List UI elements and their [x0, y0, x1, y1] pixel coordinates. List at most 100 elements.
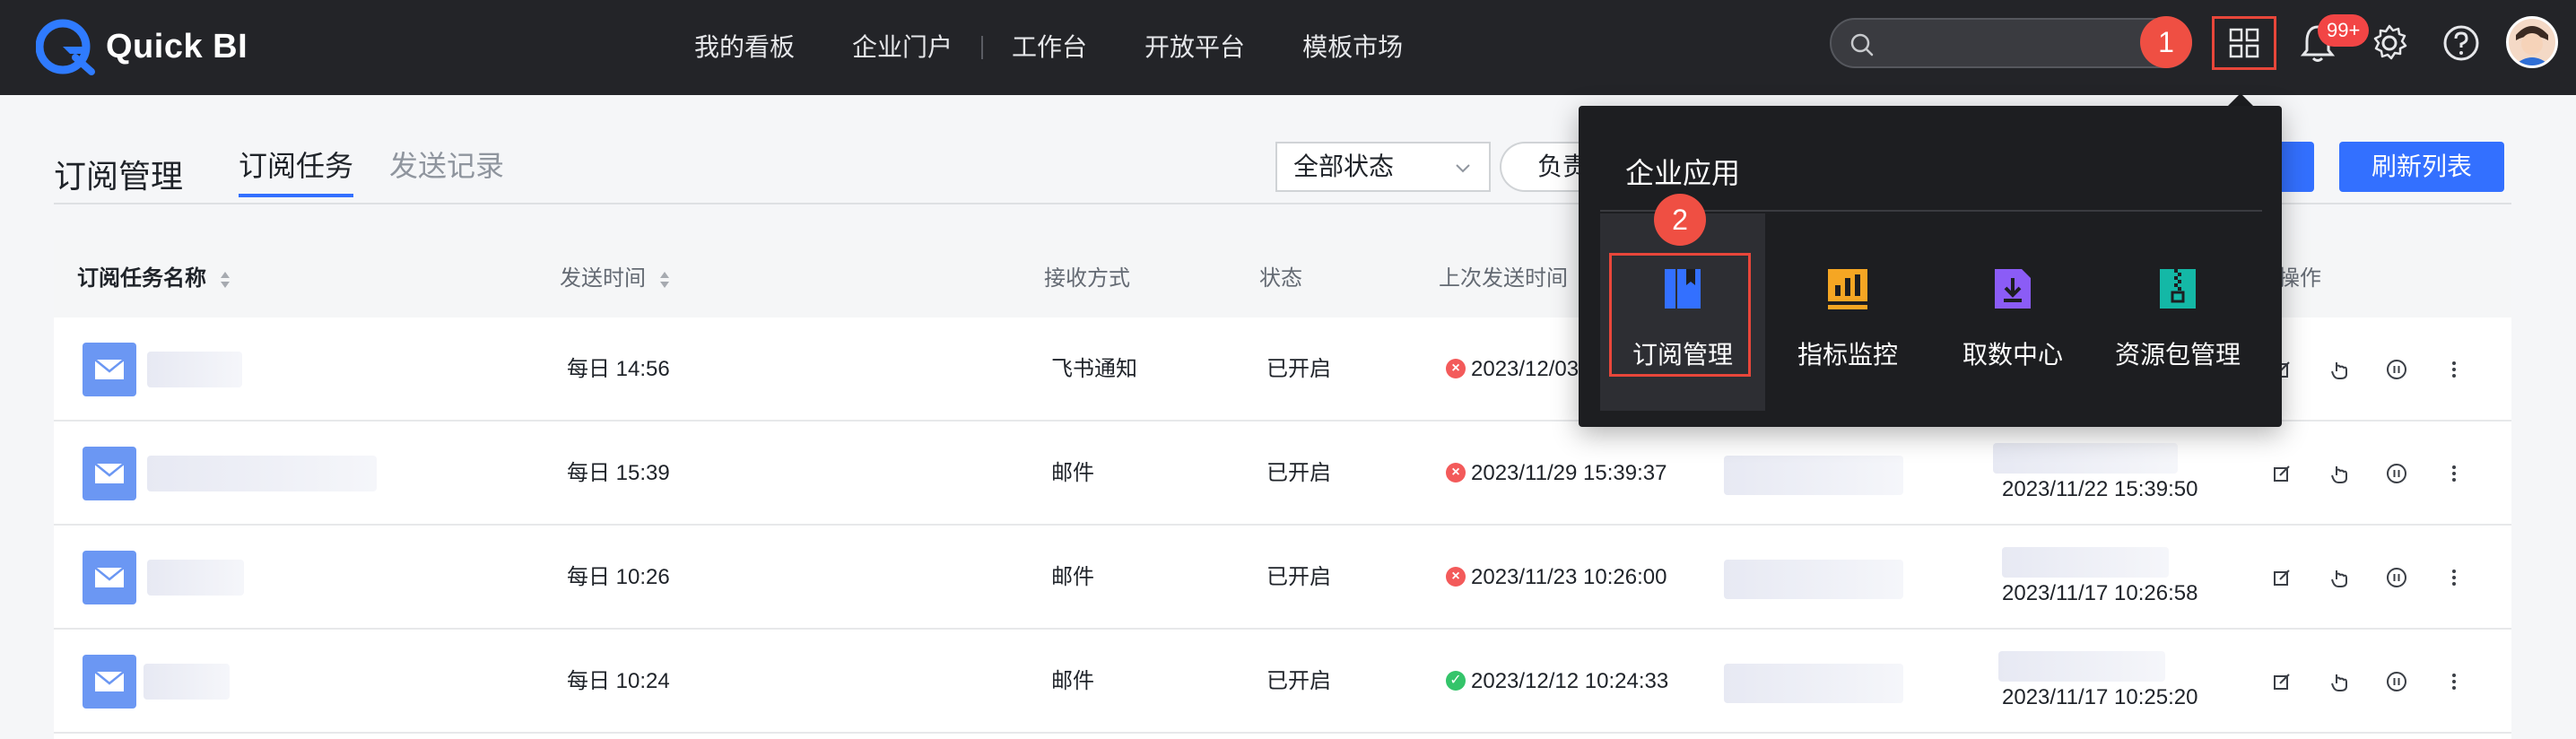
nav-open-platform[interactable]: 开放平台 — [1116, 0, 1274, 95]
app-name: Quick BI — [106, 27, 248, 65]
app-label: 取数中心 — [1962, 341, 2063, 369]
created-time: 2023/11/17 10:25:20 — [2002, 685, 2198, 709]
quick-bi-logo-icon — [36, 19, 95, 75]
column-header-last-send: 上次发送时间 — [1439, 266, 1568, 291]
refresh-list-button[interactable]: 刷新列表 — [2339, 142, 2504, 192]
creator-redacted — [2002, 547, 2169, 578]
column-header-send-time-label: 发送时间 — [560, 266, 646, 291]
column-header-method: 接收方式 — [1044, 266, 1130, 291]
nav-portal[interactable]: 企业门户 — [823, 0, 981, 95]
page-tabs: 订阅管理 订阅任务 发送记录 — [54, 143, 540, 197]
send-time: 每日 15:39 — [567, 461, 670, 485]
status-filter-select[interactable]: 全部状态 — [1275, 142, 1491, 192]
app-label: 资源包管理 — [2114, 341, 2241, 369]
send-hand-icon[interactable] — [2327, 669, 2352, 694]
main-nav: 我的看板 企业门户 工作台 开放平台 模板市场 — [666, 0, 1432, 95]
pause-icon[interactable] — [2384, 669, 2409, 694]
pause-icon[interactable] — [2384, 461, 2409, 486]
status-text: 已开启 — [1266, 461, 1331, 485]
metric-chart-icon — [1828, 269, 1867, 309]
receive-method: 邮件 — [1051, 565, 1094, 589]
column-header-send-time[interactable]: 发送时间 — [560, 240, 670, 317]
user-avatar-icon — [2509, 19, 2555, 65]
task-name-redacted — [147, 456, 377, 491]
mail-icon — [83, 551, 136, 604]
selection-highlight — [1609, 253, 1751, 377]
table-row[interactable]: 每日 10:26 邮件 已开启 × 2023/11/23 10:26:00 202… — [54, 526, 2511, 630]
more-icon[interactable] — [2441, 669, 2467, 694]
sort-icon[interactable] — [659, 270, 670, 290]
status-filter-value: 全部状态 — [1293, 152, 1395, 180]
send-time: 每日 10:26 — [567, 565, 670, 589]
more-icon[interactable] — [2441, 461, 2467, 486]
chevron-down-icon — [1456, 164, 1470, 173]
avatar[interactable] — [2506, 16, 2558, 68]
status-text: 已开启 — [1266, 357, 1331, 381]
owner-redacted — [1724, 664, 1903, 703]
nav-template-market[interactable]: 模板市场 — [1274, 0, 1432, 95]
page-title: 订阅管理 — [54, 158, 184, 195]
app-resource-package[interactable]: 资源包管理 — [2095, 213, 2260, 411]
send-hand-icon[interactable] — [2327, 461, 2352, 486]
creator-redacted — [1998, 651, 2165, 682]
grid-icon — [2229, 28, 2259, 58]
created-time: 2023/11/22 15:39:50 — [2002, 477, 2198, 501]
task-name-redacted — [144, 664, 230, 700]
app-data-center[interactable]: 取数中心 — [1930, 213, 2095, 411]
column-header-actions: 操作 — [2278, 266, 2321, 291]
owner-redacted — [1724, 456, 1903, 495]
search-icon — [1850, 33, 1874, 57]
tab-subscription-tasks[interactable]: 订阅任务 — [239, 143, 354, 197]
send-hand-icon[interactable] — [2327, 357, 2352, 382]
last-send-time-text: 2023/11/23 10:26:00 — [1471, 565, 1667, 589]
send-hand-icon[interactable] — [2327, 565, 2352, 590]
last-send-time-text: 2023/12/12 10:24:33 — [1471, 669, 1669, 693]
step-marker-2: 2 — [1654, 194, 1706, 246]
edit-icon[interactable] — [2269, 669, 2294, 694]
more-icon[interactable] — [2441, 357, 2467, 382]
last-send-time-text: 2023/11/29 15:39:37 — [1471, 461, 1667, 485]
created-time: 2023/11/17 10:26:58 — [2002, 581, 2198, 605]
step-marker-1: 1 — [2140, 16, 2192, 68]
apps-grid-button[interactable] — [2212, 16, 2276, 70]
task-name-redacted — [147, 352, 242, 387]
tab-send-records[interactable]: 发送记录 — [389, 143, 504, 197]
top-bar: Quick BI 我的看板 企业门户 工作台 开放平台 模板市场 1 99+ — [0, 0, 2576, 95]
last-send-time: ✓ 2023/12/12 10:24:33 — [1446, 630, 1668, 734]
receive-method: 邮件 — [1051, 669, 1094, 693]
pause-icon[interactable] — [2384, 565, 2409, 590]
help-icon[interactable] — [2441, 23, 2481, 63]
edit-icon[interactable] — [2269, 565, 2294, 590]
fail-status-icon: × — [1446, 463, 1466, 483]
gear-icon[interactable] — [2370, 23, 2409, 63]
success-status-icon: ✓ — [1446, 671, 1466, 691]
app-metric-monitor[interactable]: 指标监控 — [1765, 213, 1930, 411]
status-text: 已开启 — [1266, 669, 1331, 693]
last-send-time: × 2023/11/23 10:26:00 — [1446, 526, 1667, 630]
mail-icon — [83, 343, 136, 396]
notification-badge: 99+ — [2318, 14, 2370, 47]
nav-workbench[interactable]: 工作台 — [983, 0, 1116, 95]
mail-icon — [83, 447, 136, 500]
column-header-name[interactable]: 订阅任务名称 — [77, 240, 231, 317]
table-row[interactable]: 每日 10:24 邮件 已开启 ✓ 2023/12/12 10:24:33 202… — [54, 630, 2511, 734]
popup-caret — [2228, 93, 2253, 106]
resource-package-icon — [2160, 269, 2196, 309]
receive-method: 飞书通知 — [1051, 357, 1137, 381]
pause-icon[interactable] — [2384, 357, 2409, 382]
logo[interactable]: Quick BI — [36, 18, 248, 75]
sort-icon[interactable] — [220, 270, 231, 290]
task-name-redacted — [147, 560, 244, 596]
column-header-name-label: 订阅任务名称 — [77, 266, 206, 291]
nav-my-dashboard[interactable]: 我的看板 — [666, 0, 823, 95]
last-send-time: × 2023/11/29 15:39:37 — [1446, 422, 1667, 526]
last-send-time-text: 2023/12/03 — [1471, 357, 1580, 381]
last-send-time: × 2023/12/03 — [1446, 317, 1579, 422]
status-text: 已开启 — [1266, 565, 1331, 589]
more-icon[interactable] — [2441, 565, 2467, 590]
search-input[interactable] — [1830, 18, 2192, 68]
table-row[interactable]: 每日 15:39 邮件 已开启 × 2023/11/29 15:39:37 202… — [54, 422, 2511, 526]
edit-icon[interactable] — [2269, 461, 2294, 486]
popup-title: 企业应用 — [1625, 157, 1741, 189]
mail-icon — [83, 655, 136, 709]
